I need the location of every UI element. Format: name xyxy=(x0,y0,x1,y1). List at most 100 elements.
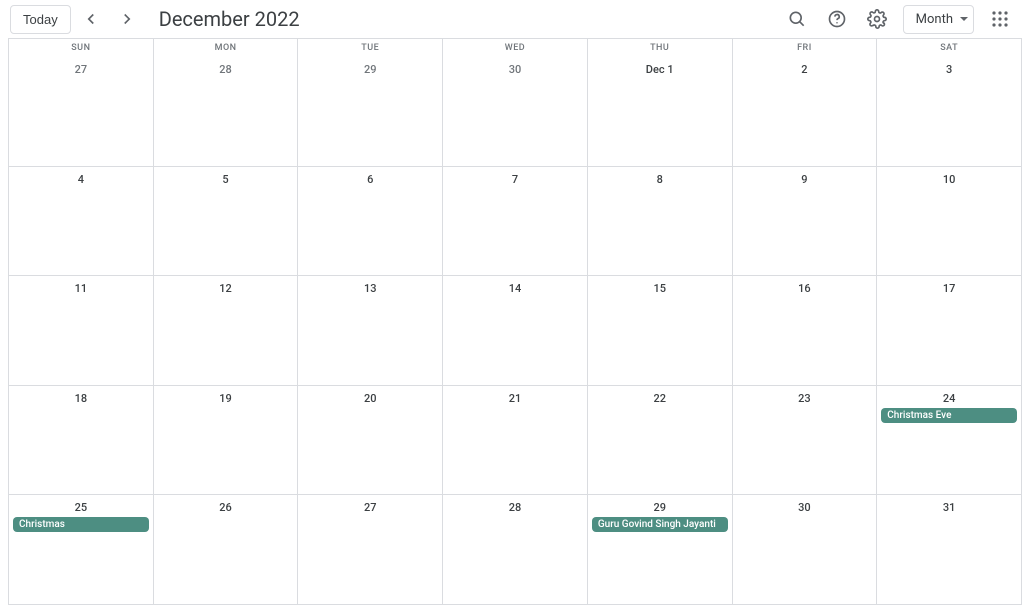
week-row: 27282930Dec 123 xyxy=(9,57,1022,167)
day-cell[interactable]: 11 xyxy=(9,276,154,385)
day-cell[interactable]: 3 xyxy=(877,57,1022,166)
day-number: 13 xyxy=(298,276,442,295)
day-cell[interactable]: 14 xyxy=(443,276,588,385)
day-cell[interactable]: 15 xyxy=(588,276,733,385)
weeks-grid: 27282930Dec 1234567891011121314151617181… xyxy=(9,57,1022,605)
day-number: 31 xyxy=(877,495,1021,514)
day-cell[interactable]: 5 xyxy=(154,167,299,276)
day-cell[interactable]: 31 xyxy=(877,495,1022,604)
day-number: 9 xyxy=(733,167,877,186)
day-cell[interactable]: 18 xyxy=(9,386,154,495)
day-number: 30 xyxy=(733,495,877,514)
day-number: 30 xyxy=(443,57,587,76)
day-header: SUN xyxy=(9,39,154,57)
calendar-event[interactable]: Guru Govind Singh Jayanti xyxy=(592,517,728,532)
day-number: 20 xyxy=(298,386,442,405)
calendar-event[interactable]: Christmas Eve xyxy=(881,408,1017,423)
week-row: 45678910 xyxy=(9,167,1022,277)
day-number: 16 xyxy=(733,276,877,295)
day-number: 23 xyxy=(733,386,877,405)
caret-down-icon xyxy=(959,14,969,24)
day-number: 21 xyxy=(443,386,587,405)
apps-grid-icon xyxy=(991,10,1009,28)
day-cell[interactable]: 13 xyxy=(298,276,443,385)
week-row: 18192021222324 Christmas Eve xyxy=(9,386,1022,496)
day-cell[interactable]: 26 xyxy=(154,495,299,604)
chevron-right-icon xyxy=(118,10,136,28)
day-cell[interactable]: 30 xyxy=(733,495,878,604)
search-button[interactable] xyxy=(779,1,815,37)
day-number: 12 xyxy=(154,276,298,295)
day-number: Dec 1 xyxy=(588,57,732,76)
day-cell[interactable]: 12 xyxy=(154,276,299,385)
day-cell[interactable]: 23 xyxy=(733,386,878,495)
day-cell[interactable]: 22 xyxy=(588,386,733,495)
view-selector[interactable]: Month xyxy=(903,5,974,34)
day-number: 6 xyxy=(298,167,442,186)
day-number: 28 xyxy=(443,495,587,514)
prev-month-button[interactable] xyxy=(75,3,107,35)
day-cell[interactable]: 27 xyxy=(298,495,443,604)
day-cell[interactable]: 2 xyxy=(733,57,878,166)
day-cell[interactable]: 7 xyxy=(443,167,588,276)
day-cell[interactable]: 21 xyxy=(443,386,588,495)
day-cell[interactable]: 10 xyxy=(877,167,1022,276)
day-number: 24 xyxy=(877,386,1021,405)
day-header: WED xyxy=(443,39,588,57)
day-number: 22 xyxy=(588,386,732,405)
help-icon xyxy=(827,9,847,29)
day-number: 4 xyxy=(9,167,153,186)
day-cell[interactable]: 27 xyxy=(9,57,154,166)
day-cell[interactable]: 20 xyxy=(298,386,443,495)
day-number: 27 xyxy=(9,57,153,76)
day-number: 10 xyxy=(877,167,1021,186)
day-number: 2 xyxy=(733,57,877,76)
day-cell[interactable]: 19 xyxy=(154,386,299,495)
day-header: TUE xyxy=(298,39,443,57)
day-header: THU xyxy=(588,39,733,57)
day-cell[interactable]: 25 Christmas xyxy=(9,495,154,604)
day-number: 17 xyxy=(877,276,1021,295)
day-number: 25 xyxy=(9,495,153,514)
day-number: 7 xyxy=(443,167,587,186)
day-number: 28 xyxy=(154,57,298,76)
day-cell[interactable]: 24 Christmas Eve xyxy=(877,386,1022,495)
apps-button[interactable] xyxy=(982,1,1018,37)
day-cell[interactable]: 4 xyxy=(9,167,154,276)
chevron-left-icon xyxy=(82,10,100,28)
search-icon xyxy=(787,9,807,29)
day-cell[interactable]: 17 xyxy=(877,276,1022,385)
day-cell[interactable]: 16 xyxy=(733,276,878,385)
day-number: 29 xyxy=(298,57,442,76)
day-cell[interactable]: 6 xyxy=(298,167,443,276)
day-header: MON xyxy=(154,39,299,57)
settings-button[interactable] xyxy=(859,1,895,37)
day-number: 8 xyxy=(588,167,732,186)
day-number: 15 xyxy=(588,276,732,295)
today-button[interactable]: Today xyxy=(10,5,71,34)
day-cell[interactable]: Dec 1 xyxy=(588,57,733,166)
day-cell[interactable]: 29 xyxy=(298,57,443,166)
day-header: FRI xyxy=(733,39,878,57)
gear-icon xyxy=(867,9,887,29)
help-button[interactable] xyxy=(819,1,855,37)
day-headers-row: SUNMONTUEWEDTHUFRISAT xyxy=(9,39,1022,57)
day-cell[interactable]: 8 xyxy=(588,167,733,276)
view-selector-label: Month xyxy=(916,12,953,27)
week-row: 25 Christmas 26272829 Guru Govind Singh Jay… xyxy=(9,495,1022,605)
calendar-event[interactable]: Christmas xyxy=(13,517,149,532)
day-number: 27 xyxy=(298,495,442,514)
day-number: 5 xyxy=(154,167,298,186)
day-cell[interactable]: 28 xyxy=(154,57,299,166)
day-cell[interactable]: 28 xyxy=(443,495,588,604)
day-cell[interactable]: 29 Guru Govind Singh Jayanti xyxy=(588,495,733,604)
day-number: 11 xyxy=(9,276,153,295)
day-cell[interactable]: 9 xyxy=(733,167,878,276)
next-month-button[interactable] xyxy=(111,3,143,35)
day-header: SAT xyxy=(877,39,1022,57)
day-number: 3 xyxy=(877,57,1021,76)
day-number: 29 xyxy=(588,495,732,514)
calendar-grid: SUNMONTUEWEDTHUFRISAT 27282930Dec 123456… xyxy=(8,38,1022,605)
day-number: 18 xyxy=(9,386,153,405)
day-cell[interactable]: 30 xyxy=(443,57,588,166)
